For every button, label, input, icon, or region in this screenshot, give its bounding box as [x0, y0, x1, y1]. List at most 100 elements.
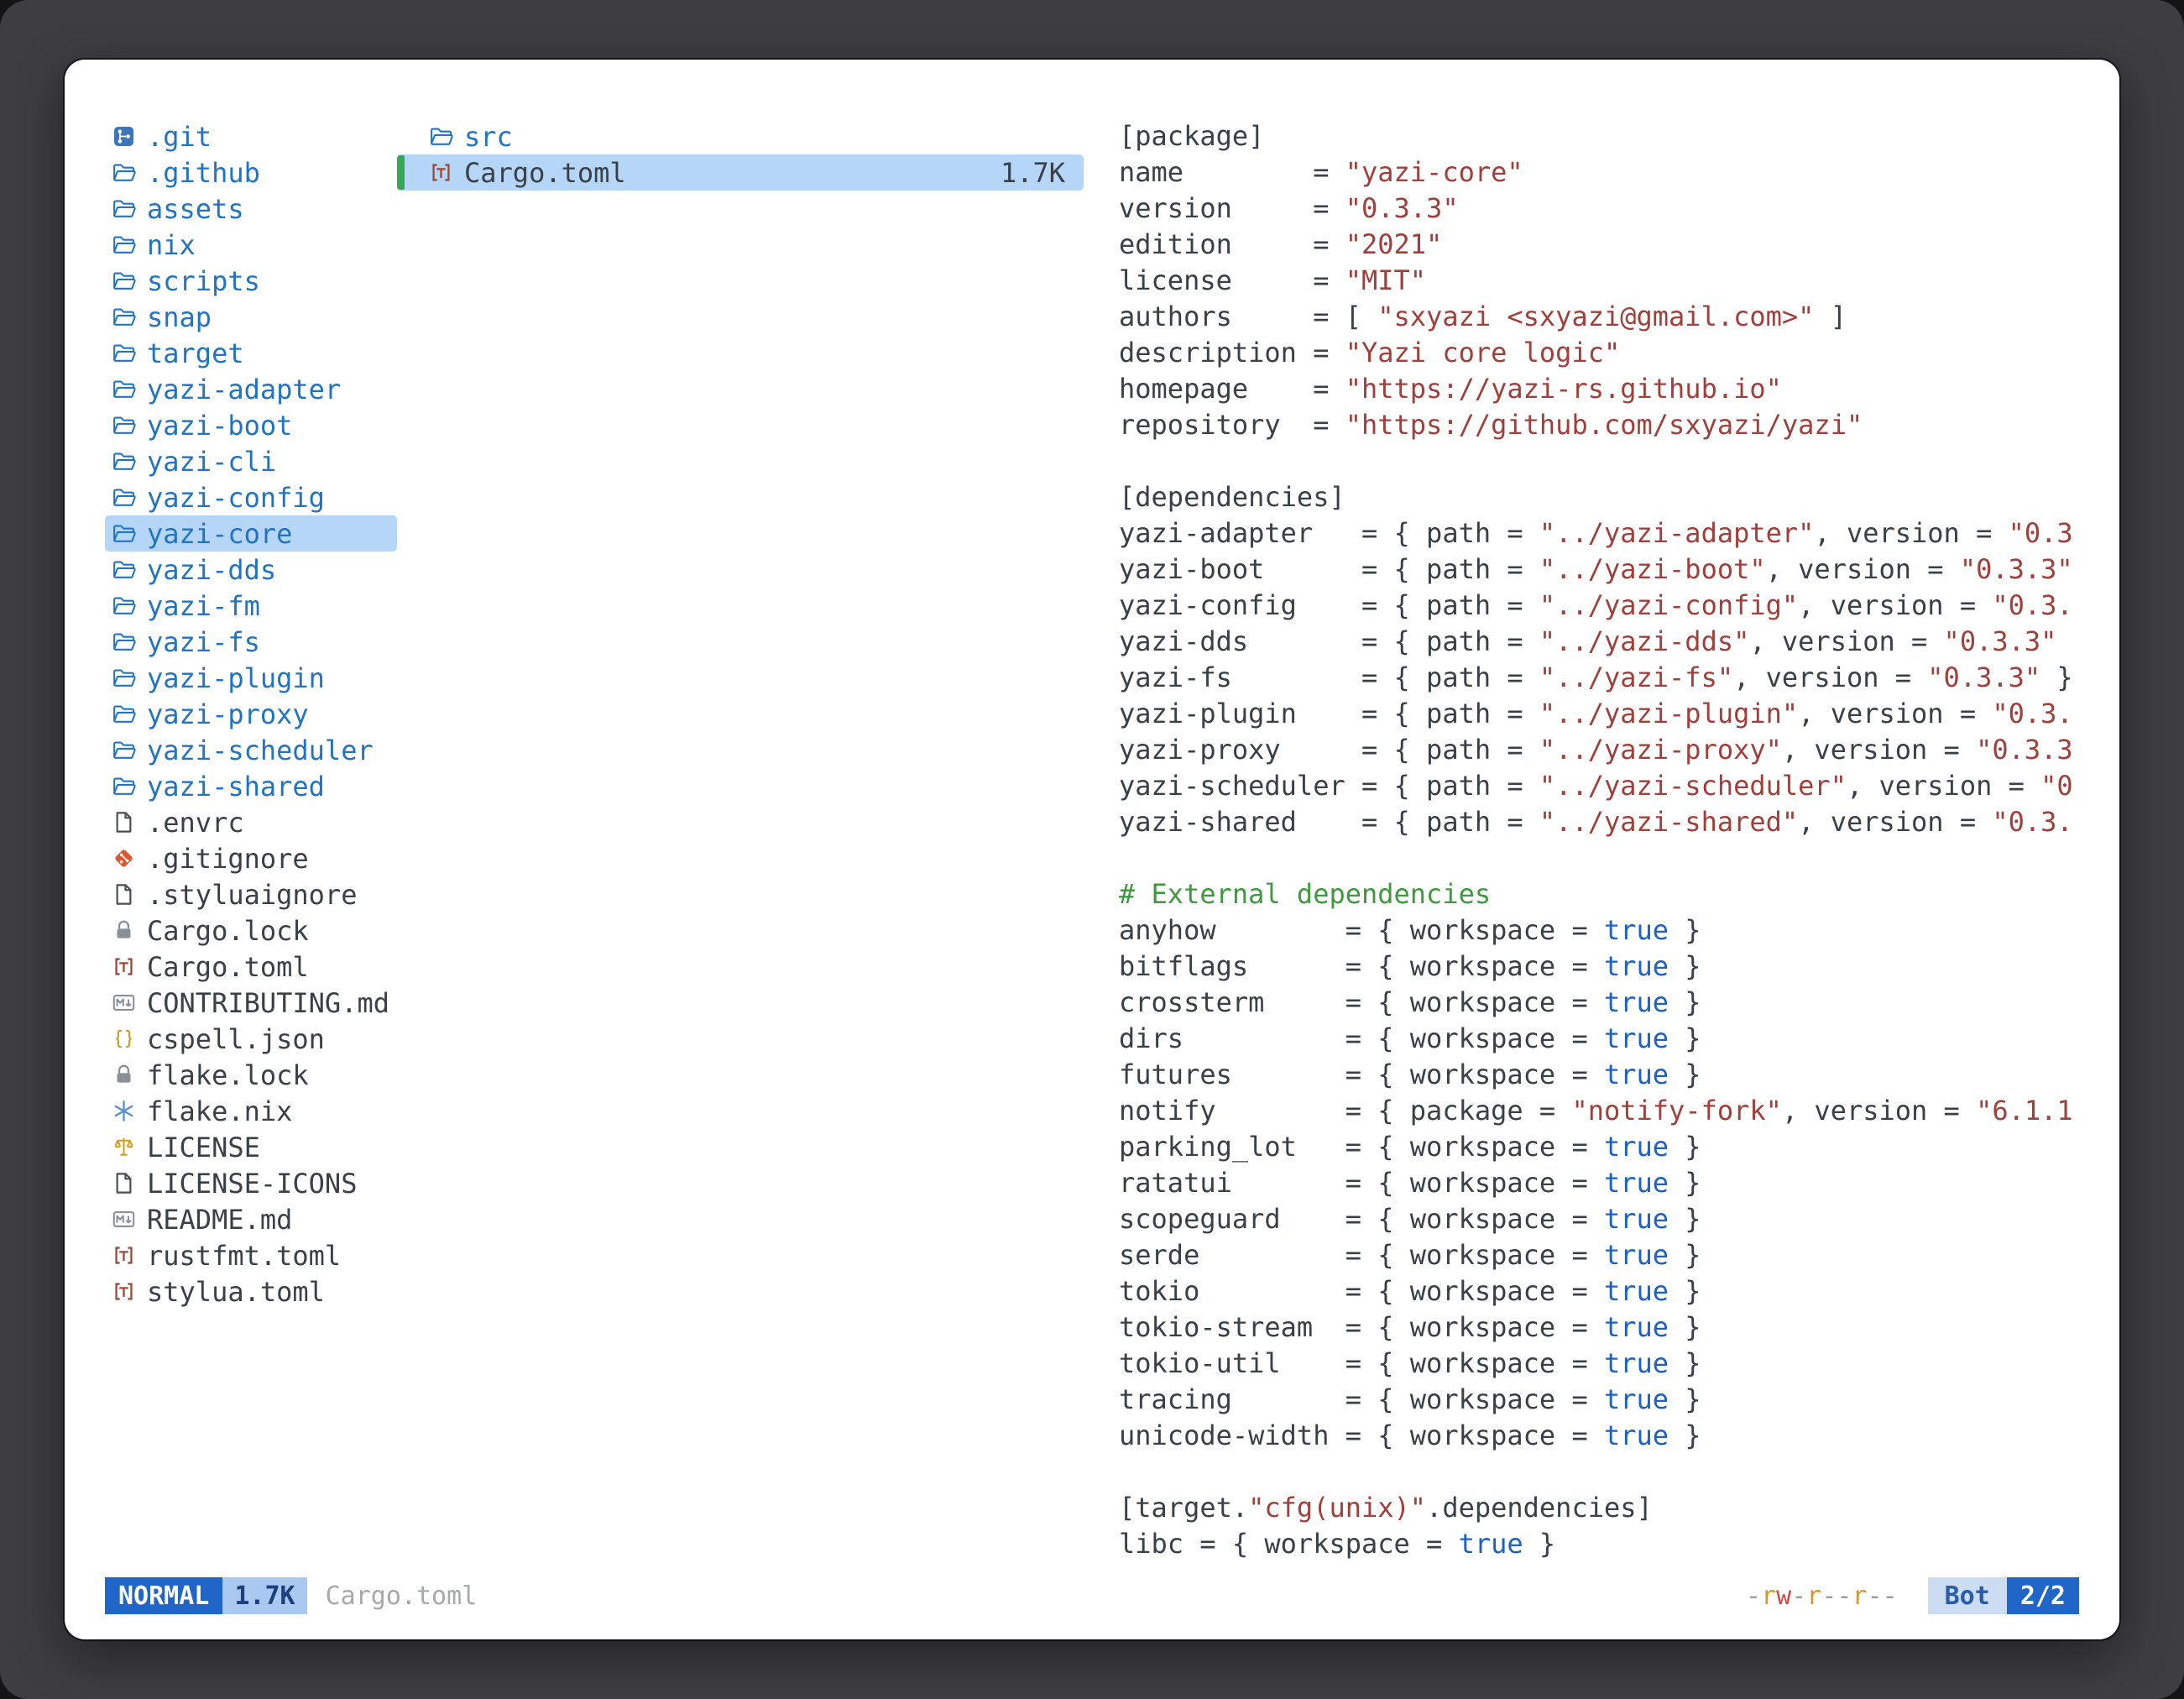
folder-open-icon [108, 374, 138, 405]
yazi-window: .git.githubassetsnixscripts snap target yaz… [65, 60, 2119, 1639]
folder-open-icon [108, 519, 138, 549]
entry-name: yazi-boot [147, 410, 292, 442]
dir-row[interactable]: yazi-adapter [105, 371, 397, 407]
dir-row[interactable]: yazi-fm [105, 588, 397, 624]
preview-line: [package] [1119, 118, 2119, 154]
dir-row[interactable]: target [105, 335, 397, 371]
file-row[interactable]: Cargo.lock [105, 912, 397, 949]
entry-name: assets [147, 193, 244, 225]
folder-open-icon [108, 410, 138, 441]
json-icon [108, 1024, 138, 1054]
entry-name: Cargo.toml [147, 951, 309, 983]
nix-icon [108, 1096, 138, 1127]
file-row[interactable]: README.md [105, 1201, 397, 1237]
dir-row[interactable]: yazi-core [105, 515, 397, 552]
file-row[interactable]: Cargo.toml1.7K [397, 154, 1084, 191]
entry-name: yazi-scheduler [147, 734, 374, 766]
preview-line: homepage = "https://yazi-rs.github.io" [1119, 371, 2119, 407]
dir-row[interactable]: yazi-scheduler [105, 732, 397, 768]
preview-pane[interactable]: [package]name = "yazi-core"version = "0.… [1119, 118, 2119, 1579]
toml-icon [108, 1241, 138, 1271]
file-row[interactable]: LICENSE-ICONS [105, 1165, 397, 1201]
file-row[interactable]: LICENSE [105, 1129, 397, 1165]
entry-name: yazi-cli [147, 446, 276, 478]
preview-line: license = "MIT" [1119, 263, 2119, 299]
lock-icon [108, 1060, 138, 1090]
preview-line: edition = "2021" [1119, 227, 2119, 263]
entry-name: README.md [147, 1204, 292, 1236]
preview-line: serde = { workspace = true } [1119, 1237, 2119, 1273]
preview-line: description = "Yazi core logic" [1119, 335, 2119, 371]
dir-row[interactable]: yazi-dds [105, 552, 397, 588]
preview-line: bitflags = { workspace = true } [1119, 949, 2119, 985]
entry-name: .git [147, 121, 212, 153]
folder-open-icon [108, 447, 138, 477]
entry-name: .styluaignore [147, 879, 357, 911]
folder-open-icon [108, 266, 138, 296]
dir-row[interactable]: yazi-shared [105, 768, 397, 804]
preview-line: scopeguard = { workspace = true } [1119, 1201, 2119, 1237]
file-row[interactable]: flake.lock [105, 1057, 397, 1093]
file-row[interactable]: flake.nix [105, 1093, 397, 1129]
folder-open-icon [108, 591, 138, 621]
folder-open-icon [108, 483, 138, 513]
file-icon [108, 1168, 138, 1199]
preview-line: [dependencies] [1119, 479, 2119, 515]
file-row[interactable]: .envrc [105, 804, 397, 840]
status-bar-right: -rw-r--r-- Bot 2/2 [1746, 1577, 2079, 1614]
dir-row[interactable]: assets [105, 191, 397, 227]
file-row[interactable]: rustfmt.toml [105, 1237, 397, 1273]
preview-line: yazi-dds = { path = "../yazi-dds", versi… [1119, 624, 2119, 660]
preview-line: # External dependencies [1119, 876, 2119, 912]
current-pane: srcCargo.toml1.7K [397, 118, 1084, 191]
file-row[interactable]: CONTRIBUTING.md [105, 985, 397, 1021]
dir-row[interactable]: nix [105, 227, 397, 263]
dir-row[interactable]: scripts [105, 263, 397, 299]
entry-name: target [147, 337, 244, 369]
status-bar: NORMAL 1.7K Cargo.toml -rw-r--r-- Bot 2/… [105, 1577, 2079, 1614]
entry-name: scripts [147, 265, 260, 297]
preview-line [1119, 840, 2119, 876]
dir-row[interactable]: yazi-cli [105, 443, 397, 479]
folder-open-icon [108, 338, 138, 369]
entry-name: yazi-adapter [147, 374, 341, 405]
preview-line: repository = "https://github.com/sxyazi/… [1119, 407, 2119, 443]
dir-row[interactable]: snap [105, 299, 397, 335]
dir-row[interactable]: .github [105, 154, 397, 191]
dir-row[interactable]: yazi-proxy [105, 696, 397, 732]
preview-line: yazi-adapter = { path = "../yazi-adapter… [1119, 515, 2119, 552]
dir-row[interactable]: yazi-boot [105, 407, 397, 443]
file-row[interactable]: stylua.toml [105, 1273, 397, 1310]
entry-name: LICENSE-ICONS [147, 1168, 357, 1200]
license-icon [108, 1132, 138, 1163]
folder-open-icon [108, 555, 138, 585]
git-icon [108, 844, 138, 874]
entry-name: yazi-shared [147, 771, 325, 802]
file-row[interactable]: Cargo.toml [105, 949, 397, 985]
entry-name: flake.nix [147, 1095, 292, 1127]
mode-indicator: NORMAL [105, 1577, 222, 1614]
file-row[interactable]: cspell.json [105, 1021, 397, 1057]
dir-row[interactable]: yazi-fs [105, 624, 397, 660]
preview-line: futures = { workspace = true } [1119, 1057, 2119, 1093]
file-size: 1.7K [1001, 157, 1084, 189]
file-row[interactable]: .gitignore [105, 840, 397, 876]
permissions-text: -rw-r--r-- [1746, 1581, 1898, 1611]
status-filename: Cargo.toml [326, 1581, 478, 1611]
preview-line: yazi-shared = { path = "../yazi-shared",… [1119, 804, 2119, 840]
dir-row[interactable]: .git [105, 118, 397, 154]
dir-row[interactable]: src [397, 118, 1084, 154]
entry-name: snap [147, 301, 212, 333]
file-row[interactable]: .styluaignore [105, 876, 397, 912]
dir-row[interactable]: yazi-plugin [105, 660, 397, 696]
markdown-icon [108, 988, 138, 1018]
cursor-counter: 2/2 [2007, 1577, 2079, 1614]
preview-line: parking_lot = { workspace = true } [1119, 1129, 2119, 1165]
preview-line: yazi-plugin = { path = "../yazi-plugin",… [1119, 696, 2119, 732]
dir-row[interactable]: yazi-config [105, 479, 397, 515]
folder-open-icon [108, 627, 138, 657]
marked-indicator [397, 155, 405, 190]
preview-line [1119, 443, 2119, 479]
entry-name: rustfmt.toml [147, 1240, 341, 1272]
entry-name: cspell.json [147, 1023, 325, 1055]
